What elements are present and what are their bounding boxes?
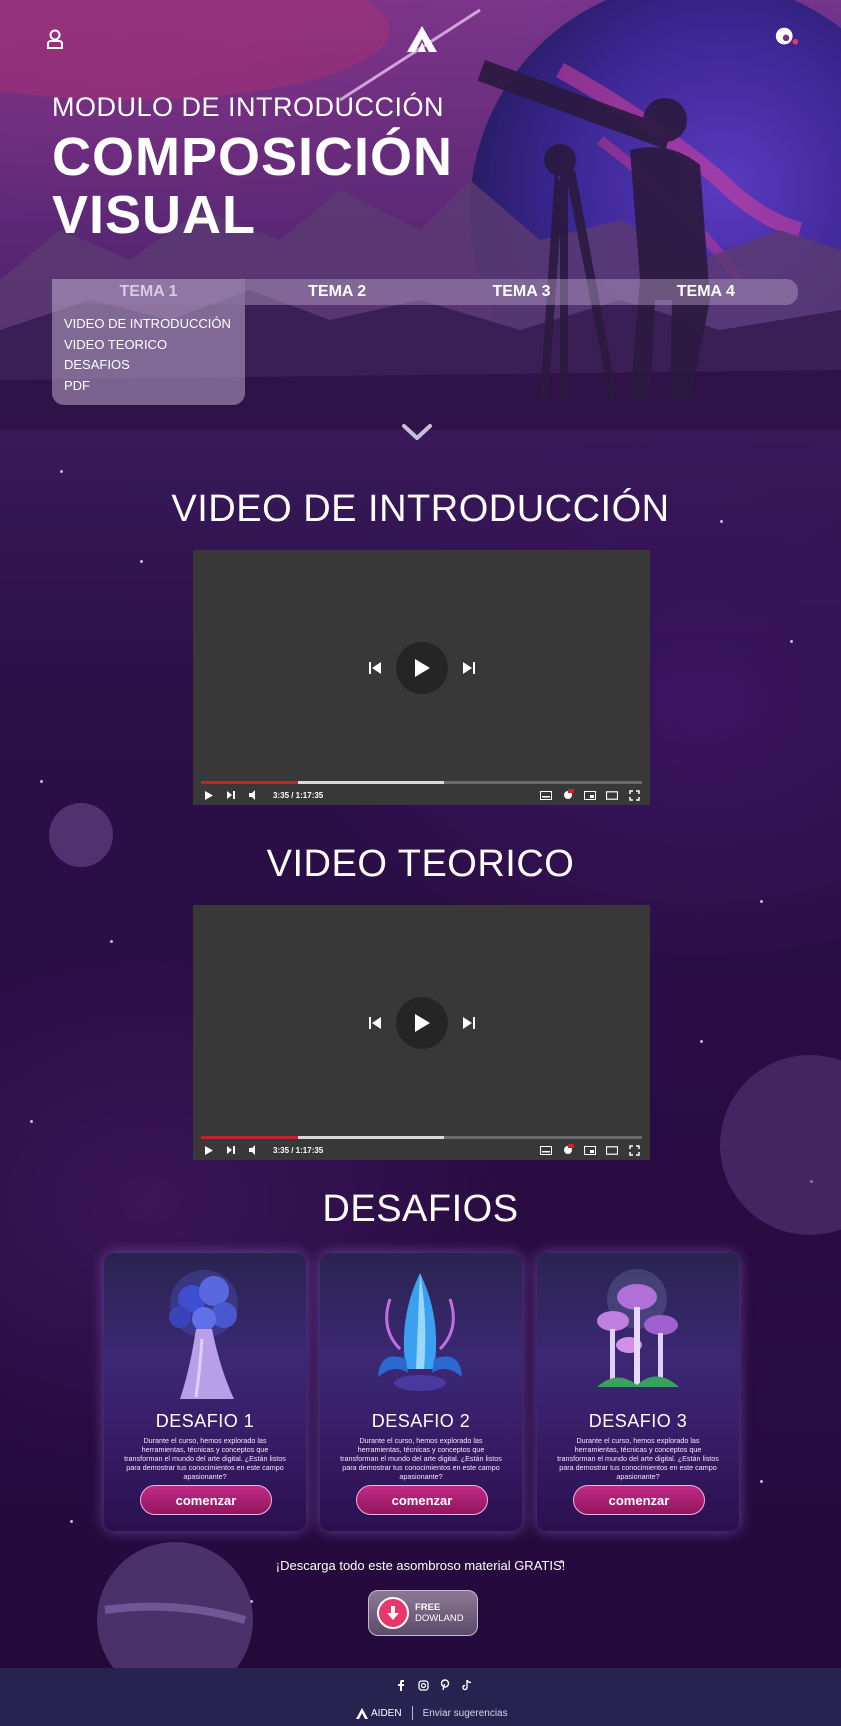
section-title-theory: VIDEO TEORICO	[266, 843, 575, 885]
download-prompt: ¡Descarga todo este asombroso material G…	[275, 1558, 566, 1573]
play-icon[interactable]	[203, 1144, 215, 1156]
tab-tema-2[interactable]: TEMA 2	[245, 279, 429, 305]
dropdown-item-video-intro[interactable]: VIDEO DE INTRODUCCIÓN	[64, 314, 233, 335]
download-arrow-icon	[377, 1597, 409, 1629]
video-played	[201, 1136, 299, 1139]
play-icon	[414, 1014, 430, 1032]
next-icon[interactable]	[225, 1144, 237, 1156]
video-control-bar: 3:35 / 1:17:35	[203, 788, 640, 802]
dropdown-item-video-teorico[interactable]: VIDEO TEORICO	[64, 335, 233, 356]
play-button[interactable]	[395, 642, 448, 694]
pinterest-icon[interactable]	[438, 1678, 452, 1692]
video-player-intro[interactable]: 3:35 / 1:17:35	[193, 550, 650, 805]
settings-icon[interactable]	[562, 789, 574, 801]
tab-tema-4[interactable]: TEMA 4	[614, 279, 798, 305]
challenge-card-2: DESAFIO 2 Durante el curso, hemos explor…	[320, 1253, 522, 1531]
crystal-flower-icon	[378, 1273, 462, 1391]
video-center-controls	[368, 997, 476, 1049]
volume-icon[interactable]	[247, 789, 259, 801]
dropdown-item-desafios[interactable]: DESAFIOS	[64, 355, 233, 376]
social-links	[394, 1678, 474, 1692]
play-button[interactable]	[395, 997, 448, 1049]
challenge-title: DESAFIO 3	[588, 1411, 688, 1431]
video-progress-bar[interactable]	[201, 781, 642, 784]
footer-links: AIDEN Enviar sugerencias	[356, 1706, 508, 1720]
aiden-logo-icon	[356, 1707, 368, 1719]
video-progress-bar[interactable]	[201, 1136, 642, 1139]
subtitles-icon[interactable]	[540, 789, 552, 801]
video-time: 3:35 / 1:17:35	[273, 790, 324, 800]
section-title-intro: VIDEO DE INTRODUCCIÓN	[171, 488, 670, 530]
volume-icon[interactable]	[247, 1144, 259, 1156]
challenge-card-1: DESAFIO 1 Durante el curso, hemos explor…	[104, 1253, 306, 1531]
miniplayer-icon[interactable]	[584, 1144, 596, 1156]
footer-brand-name: AIDEN	[371, 1707, 402, 1719]
feedback-link[interactable]: Enviar sugerencias	[423, 1708, 508, 1719]
tab-tema-1[interactable]: TEMA 1	[52, 279, 245, 305]
subtitles-icon[interactable]	[540, 1144, 552, 1156]
module-subtitle: MODULO DE INTRODUCCIÓN	[52, 92, 445, 122]
blue-mushroom-tree-icon	[169, 1270, 238, 1399]
aiden-logo-icon[interactable]	[406, 24, 438, 54]
video-player-theory[interactable]: 3:35 / 1:17:35	[193, 905, 650, 1160]
theater-mode-icon[interactable]	[606, 1144, 618, 1156]
miniplayer-icon[interactable]	[584, 789, 596, 801]
settings-icon[interactable]	[562, 1144, 574, 1156]
start-challenge-2-button[interactable]: comenzar	[356, 1485, 488, 1515]
fullscreen-icon[interactable]	[628, 1144, 640, 1156]
challenge-title: DESAFIO 1	[155, 1411, 255, 1431]
start-challenge-3-button[interactable]: comenzar	[573, 1485, 705, 1515]
section-title-challenges: DESAFIOS	[322, 1188, 519, 1230]
user-icon[interactable]	[42, 26, 68, 52]
challenge-title: DESAFIO 2	[371, 1411, 471, 1431]
video-played	[201, 781, 299, 784]
dropdown-item-pdf[interactable]: PDF	[64, 376, 233, 397]
tab-tema-3[interactable]: TEMA 3	[429, 279, 613, 305]
start-challenge-1-button[interactable]: comenzar	[140, 1485, 272, 1515]
footer-brand[interactable]: AIDEN	[356, 1707, 402, 1719]
challenge-description: Durante el curso, hemos explorado las he…	[124, 1436, 286, 1481]
footer-divider	[411, 1706, 413, 1720]
page: MODULO DE INTRODUCCIÓN COMPOSICIÓN VISUA…	[0, 0, 841, 1726]
challenge-description: Durante el curso, hemos explorado las he…	[340, 1436, 502, 1481]
free-download-line1: FREE	[415, 1602, 441, 1613]
topic-tabs: TEMA 1 TEMA 2 TEMA 3 TEMA 4	[52, 279, 798, 305]
video-center-controls	[368, 642, 476, 694]
tiktok-icon[interactable]	[460, 1678, 474, 1692]
footer: AIDEN Enviar sugerencias	[0, 1668, 841, 1726]
chevron-down-icon[interactable]	[400, 420, 434, 444]
free-download-line2: DOWLAND	[415, 1613, 464, 1624]
page-title: COMPOSICIÓN VISUAL	[52, 127, 454, 245]
instagram-icon[interactable]	[416, 1678, 430, 1692]
next-icon[interactable]	[462, 1016, 476, 1030]
challenge-card-3: DESAFIO 3 Durante el curso, hemos explor…	[537, 1253, 739, 1531]
previous-icon[interactable]	[368, 661, 382, 675]
search-icon[interactable]	[774, 24, 800, 50]
play-icon[interactable]	[203, 789, 215, 801]
fullscreen-icon[interactable]	[628, 789, 640, 801]
previous-icon[interactable]	[368, 1016, 382, 1030]
video-control-bar: 3:35 / 1:17:35	[203, 1143, 640, 1157]
play-icon	[414, 659, 430, 677]
tema-1-dropdown: VIDEO DE INTRODUCCIÓN VIDEO TEORICO DESA…	[52, 305, 245, 405]
next-icon[interactable]	[225, 789, 237, 801]
free-download-button[interactable]: FREE DOWLAND	[368, 1590, 478, 1636]
free-download-label: FREE DOWLAND	[415, 1602, 464, 1624]
challenge-description: Durante el curso, hemos explorado las he…	[557, 1436, 719, 1481]
next-icon[interactable]	[462, 661, 476, 675]
video-time: 3:35 / 1:17:35	[273, 1145, 324, 1155]
facebook-icon[interactable]	[394, 1678, 408, 1692]
glowing-mushrooms-icon	[597, 1269, 679, 1387]
theater-mode-icon[interactable]	[606, 789, 618, 801]
